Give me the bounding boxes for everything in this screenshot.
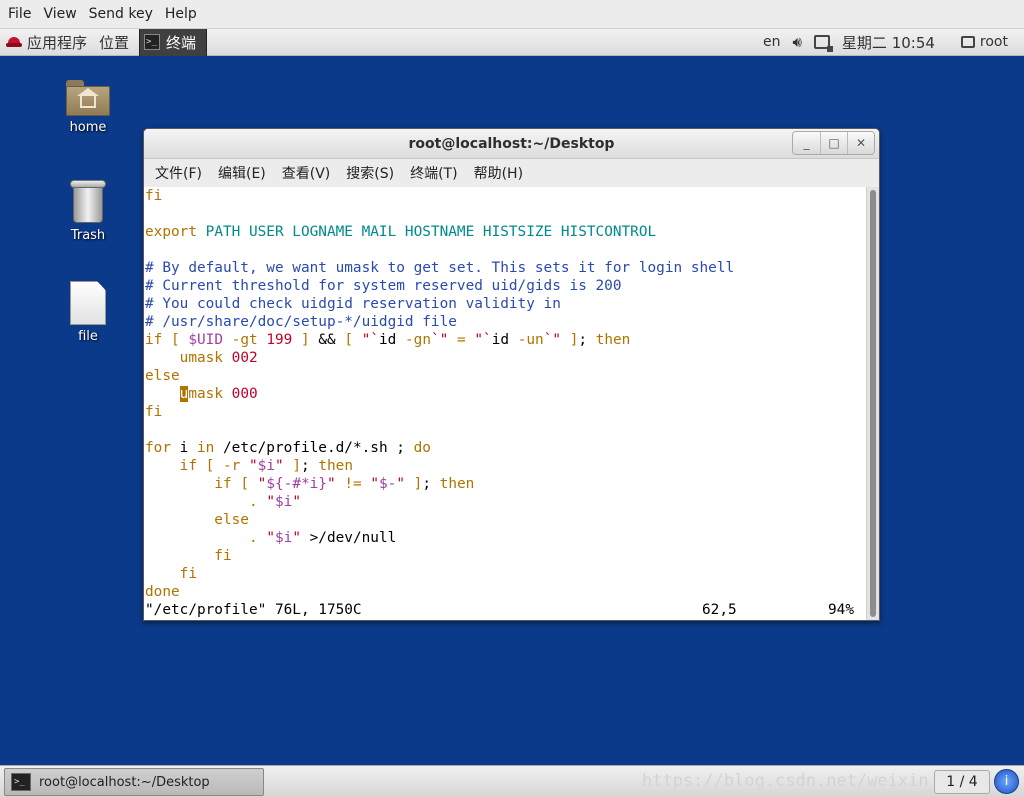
network-indicator[interactable] xyxy=(808,29,836,55)
code-line: fi xyxy=(145,188,163,204)
clock-label: 星期二 10:54 xyxy=(841,33,935,52)
terminal-menu-file[interactable]: 文件(F) xyxy=(147,163,210,183)
host-menu-view[interactable]: View xyxy=(37,6,82,22)
applications-label: 应用程序 xyxy=(27,33,88,52)
redhat-icon xyxy=(6,36,22,48)
active-window-terminal[interactable]: >_ 终端 xyxy=(139,28,208,56)
code-line: export PATH USER LOGNAME MAIL HOSTNAME H… xyxy=(145,224,657,240)
minimize-button[interactable]: _ xyxy=(793,132,820,154)
code-line: # /usr/share/doc/setup-*/uidgid file xyxy=(145,314,457,330)
code-line: . "$i" xyxy=(248,494,301,510)
places-menu[interactable]: 位置 xyxy=(93,29,135,55)
status-scroll-percent: 94% xyxy=(828,602,854,618)
host-menu-help[interactable]: Help xyxy=(159,6,203,22)
terminal-icon: >_ xyxy=(11,773,31,791)
scrollbar-thumb[interactable] xyxy=(870,190,876,617)
user-menu[interactable]: root xyxy=(955,29,1014,55)
network-icon xyxy=(813,35,833,52)
bottom-taskbar: >_ root@localhost:~/Desktop https://blog… xyxy=(0,765,1024,797)
volume-indicator[interactable]: 🔊︎ xyxy=(786,29,807,55)
active-window-label: 终端 xyxy=(166,33,197,52)
desktop-icon-home-label: home xyxy=(69,120,107,135)
terminal-menu-bar: 文件(F) 编辑(E) 查看(V) 搜索(S) 终端(T) 帮助(H) xyxy=(144,159,879,187)
code-line: for i in /etc/profile.d/*.sh ; do xyxy=(145,440,431,456)
host-menu-bar: File View Send key Help xyxy=(0,0,1024,29)
terminal-menu-search[interactable]: 搜索(S) xyxy=(338,163,402,183)
desktop-icon-trash-label: Trash xyxy=(70,228,106,243)
home-folder-icon xyxy=(66,80,110,116)
clock[interactable]: 星期二 10:54 xyxy=(836,29,941,55)
code-line: done xyxy=(145,584,180,600)
code-line: if [ -r "$i" ]; then xyxy=(179,458,353,474)
code-line: if [ $UID -gt 199 ] && [ "`id -gn`" = "`… xyxy=(145,332,631,348)
input-method-indicator[interactable]: en xyxy=(757,29,787,55)
code-line: else xyxy=(145,368,180,384)
taskbar-window-label: root@localhost:~/Desktop xyxy=(39,774,210,790)
terminal-titlebar[interactable]: root@localhost:~/Desktop _ □ ✕ xyxy=(144,129,879,159)
desktop-icon-trash[interactable]: Trash xyxy=(48,180,128,243)
code-line: fi xyxy=(145,566,197,582)
applications-menu[interactable]: 应用程序 xyxy=(0,29,93,55)
user-icon xyxy=(960,36,975,48)
code-line: fi xyxy=(145,404,163,420)
panel-status-area: en 🔊︎ 星期二 10:54 root xyxy=(757,29,1024,55)
host-menu-file[interactable]: File xyxy=(2,6,37,22)
code-line: # You could check uidgid reservation val… xyxy=(145,296,561,312)
user-label: root xyxy=(979,34,1008,50)
terminal-menu-terminal[interactable]: 终端(T) xyxy=(402,163,465,183)
input-method-label: en xyxy=(762,34,781,50)
code-line: if [ "${-#*i}" != "$-" ]; then xyxy=(214,476,475,492)
code-line: else xyxy=(145,512,249,528)
notification-icon[interactable]: i xyxy=(994,769,1019,794)
file-icon xyxy=(70,281,106,325)
code-line: # By default, we want umask to get set. … xyxy=(145,260,735,276)
desktop-icon-file-label: file xyxy=(78,329,98,344)
status-cursor-position: 62,5 xyxy=(702,602,737,618)
code-line: umask 002 xyxy=(179,350,258,366)
watermark-text: https://blog.csdn.net/weixin_4 xyxy=(642,771,950,791)
terminal-menu-view[interactable]: 查看(V) xyxy=(274,163,339,183)
status-file-info: "/etc/profile" 76L, 1750C xyxy=(145,602,362,618)
top-panel: 应用程序 位置 >_ 终端 en 🔊︎ 星期二 10:54 root xyxy=(0,28,1024,56)
taskbar-window-button[interactable]: >_ root@localhost:~/Desktop xyxy=(4,768,264,796)
terminal-text-area[interactable]: fi export PATH USER LOGNAME MAIL HOSTNAM… xyxy=(144,187,866,620)
window-controls: _ □ ✕ xyxy=(792,131,875,155)
code-line: # Current threshold for system reserved … xyxy=(145,278,622,294)
desktop-icon-home[interactable]: home xyxy=(48,80,128,135)
host-menu-send-key[interactable]: Send key xyxy=(83,6,159,22)
terminal-icon: >_ xyxy=(144,34,161,50)
workspace-switcher[interactable]: 1 / 4 xyxy=(934,770,990,794)
code-line: fi xyxy=(145,548,232,564)
maximize-button[interactable]: □ xyxy=(820,132,847,154)
terminal-menu-edit[interactable]: 编辑(E) xyxy=(210,163,274,183)
desktop-icon-file[interactable]: file xyxy=(48,281,128,344)
volume-icon: 🔊︎ xyxy=(792,33,802,51)
places-label: 位置 xyxy=(99,33,130,52)
code-line: umask 000 xyxy=(179,386,258,402)
terminal-scrollbar[interactable] xyxy=(866,187,879,620)
terminal-title: root@localhost:~/Desktop xyxy=(408,136,615,152)
vim-status-line: "/etc/profile" 76L, 1750C 62,5 94% xyxy=(144,601,866,619)
code-line: . "$i" >/dev/null xyxy=(248,530,397,546)
terminal-window: root@localhost:~/Desktop _ □ ✕ 文件(F) 编辑(… xyxy=(143,128,880,621)
terminal-menu-help[interactable]: 帮助(H) xyxy=(466,163,531,183)
close-button[interactable]: ✕ xyxy=(847,132,874,154)
trash-icon xyxy=(70,180,106,224)
